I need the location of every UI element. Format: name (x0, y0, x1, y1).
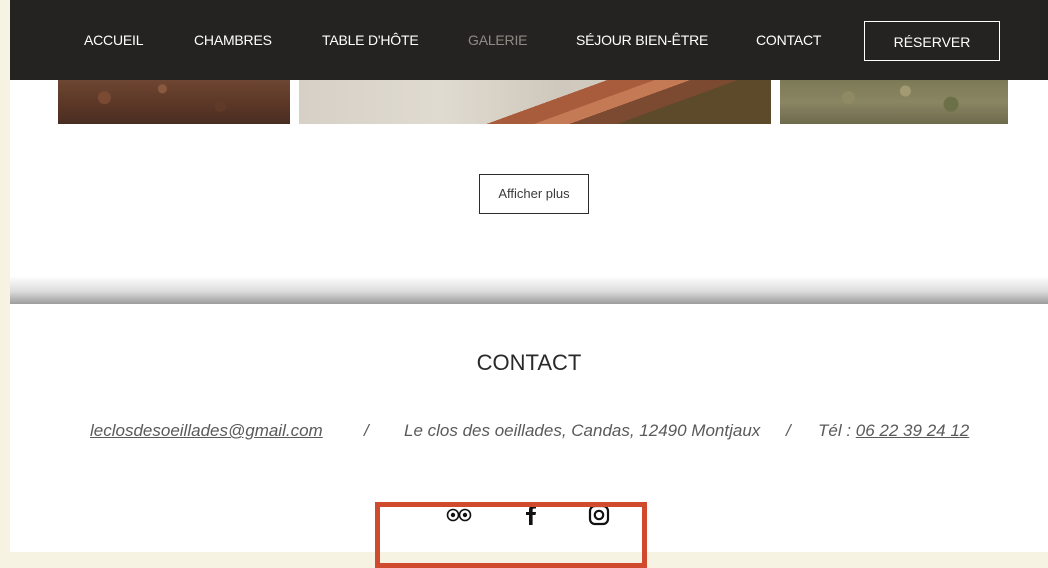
nav-item-galerie[interactable]: GALERIE (468, 32, 527, 48)
reserve-button[interactable]: RÉSERVER (864, 21, 1000, 61)
nav-item-accueil[interactable]: ACCUEIL (84, 32, 143, 48)
section-divider (10, 276, 1048, 304)
gallery-photo[interactable] (299, 80, 771, 124)
nav-item-contact[interactable]: CONTACT (756, 32, 821, 48)
contact-phone: Tél : 06 22 39 24 12 (818, 421, 969, 441)
contact-separator: / (786, 421, 791, 440)
gallery-photo[interactable] (780, 80, 1008, 124)
contact-address: Le clos des oeillades, Candas, 12490 Mon… (404, 421, 761, 440)
instagram-icon[interactable] (586, 504, 612, 526)
phone-prefix: Tél : (818, 421, 856, 440)
nav-item-sejour-bien-etre[interactable]: SÉJOUR BIEN-ÊTRE (576, 32, 708, 48)
page-frame: ACCUEIL CHAMBRES TABLE D'HÔTE GALERIE SÉ… (10, 0, 1048, 552)
show-more-button[interactable]: Afficher plus (479, 174, 589, 214)
gallery-photo[interactable] (58, 80, 290, 124)
contact-heading: CONTACT (476, 350, 582, 375)
nav-item-chambres[interactable]: CHAMBRES (194, 32, 272, 48)
email-link[interactable]: leclosdesoeillades@gmail.com (90, 421, 323, 441)
phone-link[interactable]: 06 22 39 24 12 (856, 421, 969, 440)
contact-separator: / (364, 421, 369, 440)
facebook-icon[interactable] (518, 504, 544, 526)
top-nav: ACCUEIL CHAMBRES TABLE D'HÔTE GALERIE SÉ… (10, 0, 1048, 80)
nav-item-table-d-hote[interactable]: TABLE D'HÔTE (322, 32, 419, 48)
tripadvisor-icon[interactable] (446, 504, 472, 526)
